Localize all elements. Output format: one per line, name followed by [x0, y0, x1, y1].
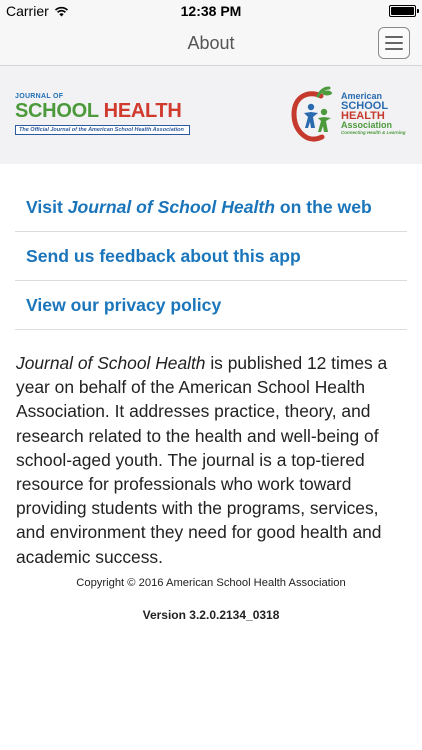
association-line-association: Association: [341, 120, 393, 130]
link-text-suffix: on the web: [274, 196, 372, 217]
journal-logo-school: SCHOOL: [15, 100, 99, 122]
journal-logo: JOURNAL OF SCHOOL HEALTH The Official Jo…: [15, 93, 195, 135]
link-text-emphasis: Journal of School Health: [67, 196, 275, 217]
copyright-text: Copyright © 2016 American School Health …: [76, 577, 346, 589]
association-logo: American SCHOOL HEALTH Association Conne…: [291, 86, 406, 144]
battery-icon: [389, 5, 419, 17]
list-item: View our privacy policy: [15, 281, 407, 330]
journal-description: Journal of School Health is published 12…: [16, 351, 412, 569]
journal-logo-health: HEALTH: [103, 100, 182, 122]
link-text: Visit: [26, 196, 68, 217]
association-logo-text: American SCHOOL HEALTH Association Conne…: [341, 92, 406, 136]
privacy-policy-link[interactable]: View our privacy policy: [26, 295, 221, 316]
menu-button[interactable]: [378, 27, 410, 59]
send-feedback-link[interactable]: Send us feedback about this app: [26, 246, 301, 267]
page-title: About: [187, 33, 235, 53]
visit-journal-web-link[interactable]: Visit Journal of School Health on the we…: [26, 197, 372, 218]
description-journal-name: Journal of School Health: [16, 353, 206, 373]
hamburger-menu-icon: [385, 36, 403, 38]
association-slogan: Connecting Health & Learning: [341, 130, 406, 135]
status-time: 12:38 PM: [180, 3, 242, 19]
battery-fill: [391, 7, 414, 15]
hamburger-menu-icon: [385, 42, 403, 44]
links-list: Visit Journal of School Health on the we…: [15, 183, 407, 330]
status-bar: Carrier 12:38 PM: [0, 0, 422, 22]
navigation-bar: About: [0, 22, 422, 66]
journal-logo-title: SCHOOL HEALTH: [15, 101, 195, 122]
link-text: View our privacy policy: [26, 294, 222, 315]
description-body: is published 12 times a year on behalf o…: [16, 353, 388, 567]
link-text: Send us feedback about this app: [26, 245, 301, 266]
battery-tip: [417, 9, 419, 13]
journal-logo-tagline: The Official Journal of the American Sch…: [15, 125, 190, 135]
logo-banner: JOURNAL OF SCHOOL HEALTH The Official Jo…: [0, 66, 422, 164]
version-text: Version 3.2.0.2134_0318: [142, 608, 280, 622]
list-item: Visit Journal of School Health on the we…: [15, 183, 407, 232]
hamburger-menu-icon: [385, 48, 403, 50]
list-item: Send us feedback about this app: [15, 232, 407, 281]
